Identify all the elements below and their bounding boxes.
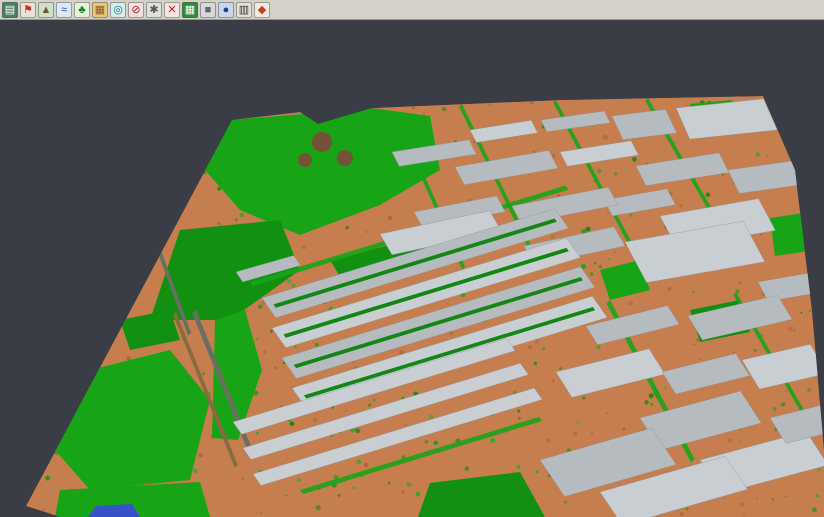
- gear-icon[interactable]: ✱: [146, 2, 162, 18]
- point-cloud-scene[interactable]: [0, 20, 824, 517]
- crate-icon[interactable]: ▦: [92, 2, 108, 18]
- water-icon[interactable]: ≈: [56, 2, 72, 18]
- grid-icon[interactable]: ▦: [182, 2, 198, 18]
- marker-icon[interactable]: ◆: [254, 2, 270, 18]
- terrain-icon[interactable]: ▲: [38, 2, 54, 18]
- target-icon[interactable]: ◎: [110, 2, 126, 18]
- forbidden-icon[interactable]: ⊘: [128, 2, 144, 18]
- tree-icon[interactable]: ♣: [74, 2, 90, 18]
- chart-icon[interactable]: ▥: [236, 2, 252, 18]
- red-structure-blob: [337, 150, 353, 166]
- application-window: ▤⚑▲≈♣▦◎⊘✱✕▦■●▥◆: [0, 0, 824, 517]
- close-icon[interactable]: ✕: [164, 2, 180, 18]
- globe-icon[interactable]: ●: [218, 2, 234, 18]
- flag-icon[interactable]: ⚑: [20, 2, 36, 18]
- red-structure-blob: [298, 153, 312, 167]
- cube-icon[interactable]: ■: [200, 2, 216, 18]
- layers-icon[interactable]: ▤: [2, 2, 18, 18]
- red-structure-blob: [312, 132, 332, 152]
- terrain-layer: [24, 95, 824, 517]
- toolbar: ▤⚑▲≈♣▦◎⊘✱✕▦■●▥◆: [0, 0, 824, 20]
- viewport-3d[interactable]: [0, 20, 824, 517]
